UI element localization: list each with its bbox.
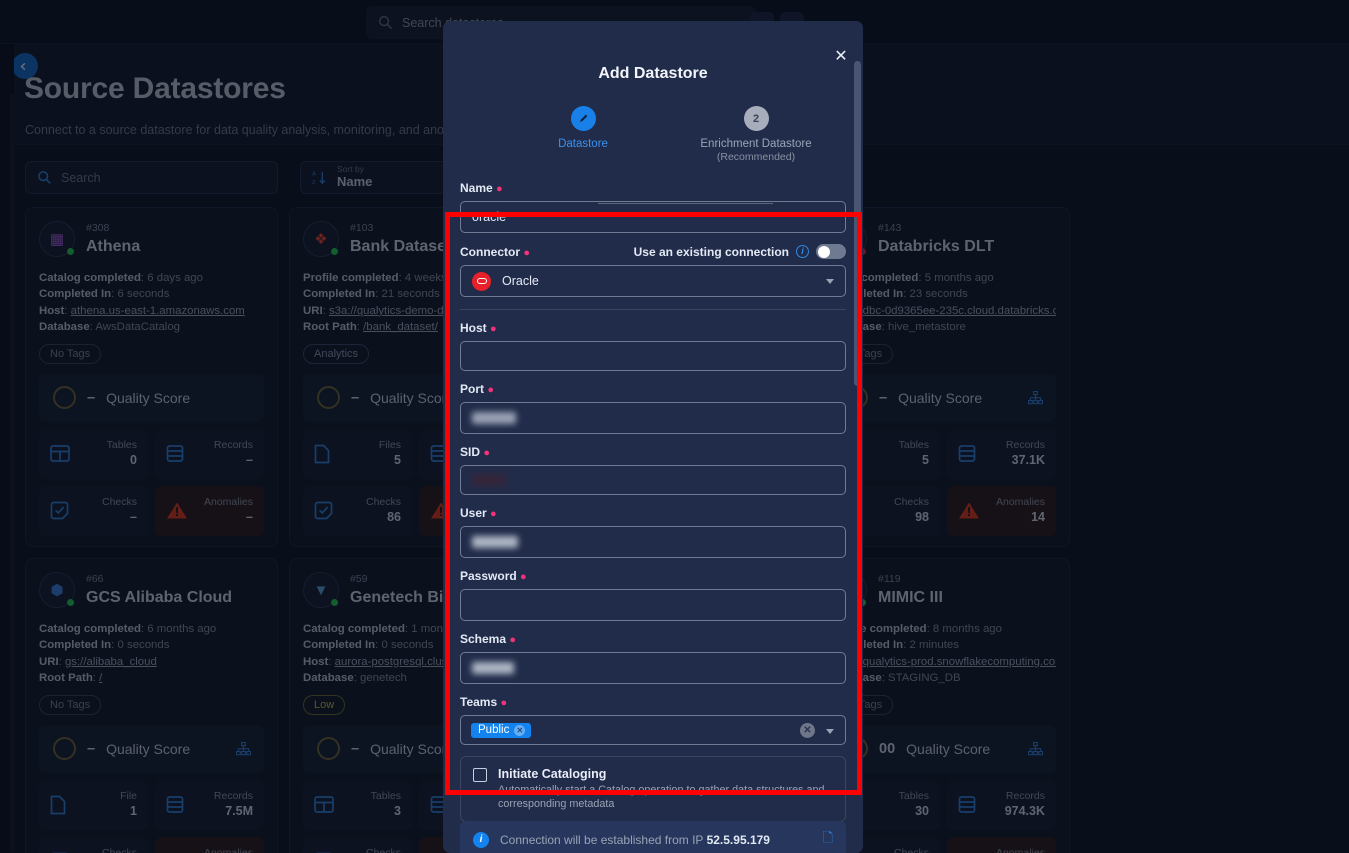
password-label: Password bbox=[460, 569, 517, 583]
schema-label: Schema bbox=[460, 632, 507, 646]
step-2-marker: 2 bbox=[743, 106, 769, 131]
initiate-cataloging-box[interactable]: Initiate Cataloging Automatically start … bbox=[460, 756, 846, 822]
host-label: Host bbox=[460, 321, 487, 335]
host-value-redacted bbox=[472, 350, 727, 362]
pencil-icon bbox=[579, 114, 587, 123]
ip-notice-prefix: Connection will be established from IP bbox=[500, 833, 704, 847]
required-marker: ● bbox=[490, 508, 497, 520]
required-marker: ● bbox=[509, 634, 517, 646]
oracle-icon bbox=[472, 271, 491, 291]
step-2-label: Enrichment Datastore bbox=[700, 138, 812, 150]
initiate-cataloging-checkbox[interactable] bbox=[473, 768, 487, 782]
step-datastore[interactable]: Datastore bbox=[503, 106, 663, 150]
connector-label: Connector bbox=[460, 244, 520, 259]
screen-root: Search datastores Source Datastores Conn… bbox=[0, 0, 1349, 853]
remove-chip-icon[interactable]: ✕ bbox=[514, 724, 526, 736]
modal-stepper: Datastore 2 Enrichment Datastore (Recomm… bbox=[443, 106, 863, 204]
user-value-redacted bbox=[472, 536, 518, 548]
field-name: Name ● oracle bbox=[460, 181, 846, 233]
required-marker: ● bbox=[523, 246, 530, 259]
schema-value-redacted bbox=[472, 662, 514, 674]
ip-notice: i Connection will be established from IP… bbox=[460, 821, 846, 853]
info-icon[interactable]: i bbox=[796, 245, 809, 258]
field-teams: Teams ● Public ✕ ✕ bbox=[460, 695, 846, 745]
required-marker: ● bbox=[487, 384, 494, 396]
connector-select[interactable]: Oracle bbox=[460, 265, 846, 297]
field-user: User ● bbox=[460, 506, 846, 558]
field-connector: Connector ● Use an existing connection i… bbox=[460, 244, 846, 297]
use-existing-connection-group[interactable]: Use an existing connection i bbox=[634, 244, 846, 259]
team-chip[interactable]: Public ✕ bbox=[471, 722, 532, 738]
sid-input[interactable] bbox=[460, 465, 846, 495]
required-marker: ● bbox=[520, 571, 527, 583]
field-password: Password ● bbox=[460, 569, 846, 621]
use-existing-connection-toggle[interactable] bbox=[816, 244, 846, 259]
clear-selection-icon[interactable]: ✕ bbox=[800, 723, 815, 738]
ip-notice-text: Connection will be established from IP 5… bbox=[500, 833, 770, 847]
initiate-cataloging-description: Automatically start a Catalog operation … bbox=[498, 784, 825, 810]
required-marker: ● bbox=[496, 183, 503, 195]
info-icon: i bbox=[473, 832, 489, 848]
chevron-down-icon bbox=[826, 279, 834, 284]
field-schema: Schema ● bbox=[460, 632, 846, 684]
required-marker: ● bbox=[483, 447, 491, 459]
port-label: Port bbox=[460, 382, 484, 396]
user-input[interactable] bbox=[460, 526, 846, 558]
schema-input[interactable] bbox=[460, 652, 846, 684]
close-icon[interactable]: ✕ bbox=[832, 48, 850, 66]
field-sid: SID ● bbox=[460, 445, 846, 495]
step-enrichment-datastore[interactable]: 2 Enrichment Datastore (Recommended) bbox=[641, 106, 863, 163]
step-1-label: Datastore bbox=[558, 138, 608, 150]
chevron-down-icon bbox=[826, 729, 834, 734]
user-label: User bbox=[460, 506, 487, 520]
required-marker: ● bbox=[490, 323, 497, 335]
add-datastore-modal: ✕ Add Datastore Datastore 2 Enrichment D… bbox=[443, 21, 863, 853]
name-label: Name bbox=[460, 181, 493, 195]
host-input[interactable] bbox=[460, 341, 846, 371]
copy-icon[interactable]: 🗋 bbox=[823, 829, 833, 851]
form-divider bbox=[460, 309, 846, 310]
password-input[interactable] bbox=[460, 589, 846, 621]
port-value-redacted bbox=[472, 412, 516, 424]
name-value: oracle bbox=[472, 210, 507, 224]
step-1-marker bbox=[570, 106, 596, 131]
sid-label: SID bbox=[460, 445, 481, 459]
step-2-note: (Recommended) bbox=[716, 151, 796, 163]
sid-value-redacted bbox=[472, 474, 506, 486]
name-input[interactable]: oracle bbox=[460, 201, 846, 233]
modal-title: Add Datastore bbox=[598, 65, 708, 82]
add-datastore-form: Name ● oracle Connector ● Use an existin… bbox=[460, 181, 846, 822]
field-port: Port ● bbox=[460, 382, 846, 434]
required-marker: ● bbox=[500, 697, 508, 709]
teams-label: Teams bbox=[460, 695, 498, 709]
port-input[interactable] bbox=[460, 402, 846, 434]
initiate-cataloging-title: Initiate Cataloging bbox=[498, 767, 607, 781]
modal-scrollbar[interactable] bbox=[854, 61, 861, 386]
team-chip-label: Public bbox=[478, 724, 510, 736]
ip-address: 52.5.95.179 bbox=[706, 833, 770, 847]
teams-multiselect[interactable]: Public ✕ ✕ bbox=[460, 715, 846, 745]
field-host: Host ● bbox=[460, 321, 846, 371]
use-existing-connection-label: Use an existing connection bbox=[633, 244, 789, 259]
connector-value: Oracle bbox=[502, 274, 539, 288]
